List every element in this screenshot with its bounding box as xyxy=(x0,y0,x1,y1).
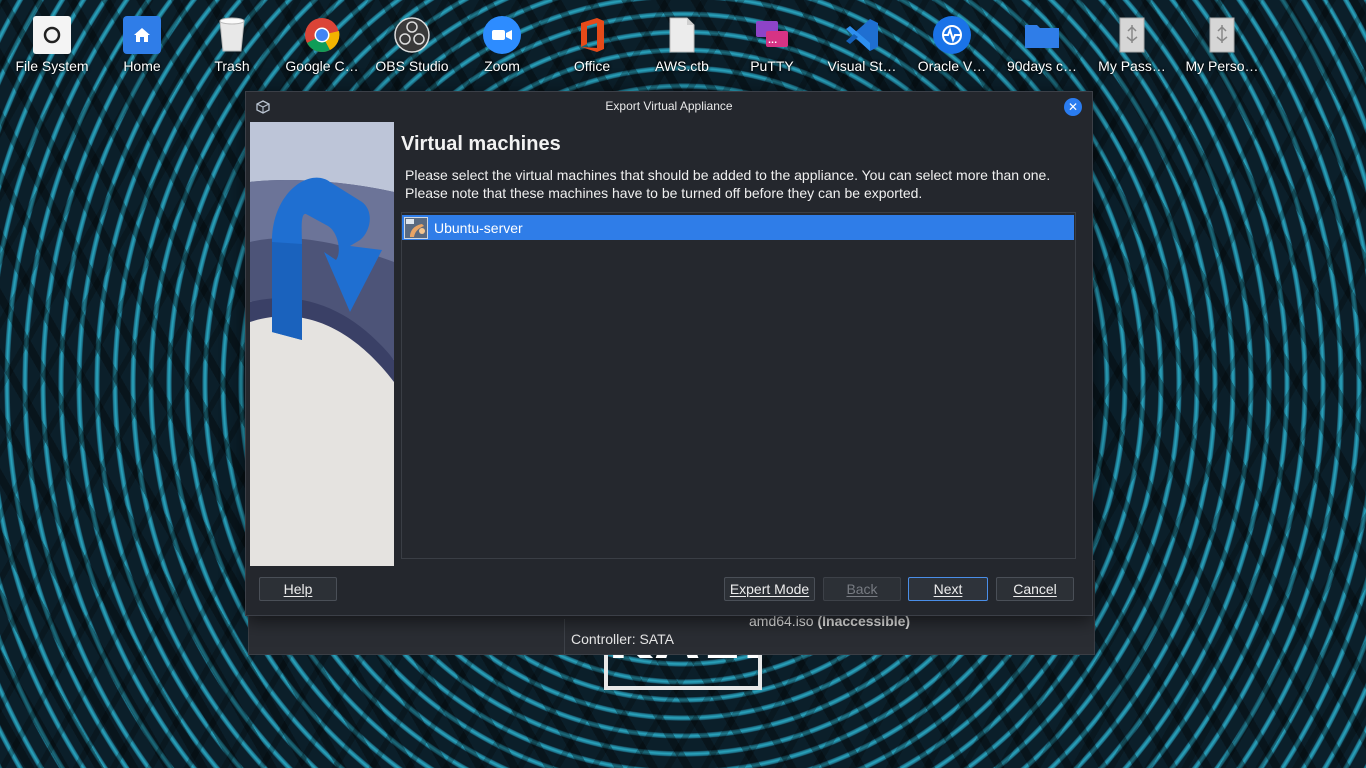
desktop-icon-label: File System xyxy=(15,58,89,74)
controller-info: Controller: SATA xyxy=(571,631,674,647)
vscode-icon xyxy=(843,16,881,54)
dialog-title: Export Virtual Appliance xyxy=(605,99,733,113)
oracle-monitor-icon xyxy=(933,16,971,54)
desktop-icon-label: Home xyxy=(123,58,161,74)
desktop-icon-obs-studio[interactable]: OBS Studio xyxy=(367,16,457,86)
page-heading: Virtual machines xyxy=(401,133,561,155)
desktop-icon-label: Visual St… xyxy=(827,58,897,74)
desktop-icon-office[interactable]: Office xyxy=(547,16,637,86)
document-file-icon xyxy=(663,16,701,54)
desktop-icon-label: PuTTY xyxy=(750,58,794,74)
zoom-icon xyxy=(483,16,521,54)
close-icon: ✕ xyxy=(1067,100,1079,114)
desktop-icon-file-system[interactable]: File System xyxy=(7,16,97,86)
desktop-icon-label: Trash xyxy=(214,58,250,74)
desktop-icon-label: Oracle V… xyxy=(917,58,987,74)
obs-icon xyxy=(393,16,431,54)
usb-drive-icon xyxy=(1113,16,1151,54)
desktop-icon-label: Google C… xyxy=(285,58,359,74)
chrome-icon xyxy=(303,16,341,54)
folder-icon xyxy=(1023,16,1061,54)
vm-list[interactable]: Ubuntu-server xyxy=(401,212,1076,559)
desktop-icon-label: 90days c… xyxy=(1006,58,1078,74)
vm-name: Ubuntu-server xyxy=(434,219,523,236)
vm-list-item[interactable]: Ubuntu-server xyxy=(402,215,1074,240)
desktop-icon-label: My Perso… xyxy=(1185,58,1259,74)
svg-text:...: ... xyxy=(768,36,777,45)
expert-mode-button[interactable]: Expert Mode xyxy=(724,577,815,601)
desktop-icon-zoom[interactable]: Zoom xyxy=(457,16,547,86)
desktop-icon-visual-studio[interactable]: Visual St… xyxy=(817,16,907,86)
back-button[interactable]: Back xyxy=(823,577,901,601)
trash-icon xyxy=(213,16,251,54)
office-icon xyxy=(573,16,611,54)
desktop-icon-label: AWS.ctb xyxy=(655,58,709,74)
desktop-icon-google-chrome[interactable]: Google C… xyxy=(277,16,367,86)
putty-icon: ... xyxy=(753,16,791,54)
desktop-icon-90days[interactable]: 90days c… xyxy=(997,16,1087,86)
desktop-icon-my-pass[interactable]: My Pass… xyxy=(1087,16,1177,86)
desktop-icon-label: OBS Studio xyxy=(375,58,449,74)
desktop-icon-putty[interactable]: ... PuTTY xyxy=(727,16,817,86)
help-button[interactable]: Help xyxy=(259,577,337,601)
desktop-icon-my-perso[interactable]: My Perso… xyxy=(1177,16,1267,86)
wizard-side-image xyxy=(250,122,394,566)
desktop-icon-aws-ctb[interactable]: AWS.ctb xyxy=(637,16,727,86)
pane-divider xyxy=(564,619,565,654)
desktop-icon-label: Office xyxy=(573,58,611,74)
file-system-icon xyxy=(33,16,71,54)
desktop-icon-home[interactable]: Home xyxy=(97,16,187,86)
desktop-icon-trash[interactable]: Trash xyxy=(187,16,277,86)
usb-drive-icon xyxy=(1203,16,1241,54)
desktop-icon-oracle-virtualbox[interactable]: Oracle V… xyxy=(907,16,997,86)
ubuntu-vm-icon xyxy=(404,216,428,239)
dialog-titlebar[interactable]: Export Virtual Appliance ✕ xyxy=(246,92,1092,120)
desktop-icon-label: My Pass… xyxy=(1098,58,1166,74)
home-folder-icon xyxy=(123,16,161,54)
export-appliance-dialog: Export Virtual Appliance ✕ Virtual machi… xyxy=(245,91,1093,616)
close-button[interactable]: ✕ xyxy=(1064,98,1082,116)
cancel-button[interactable]: Cancel xyxy=(996,577,1074,601)
desktop-icon-label: Zoom xyxy=(484,58,520,74)
next-button[interactable]: Next xyxy=(908,577,988,601)
desktop-icons: File System Home Trash Google C… OBS Stu… xyxy=(0,0,1366,90)
page-description: Please select the virtual machines that … xyxy=(405,167,1051,201)
